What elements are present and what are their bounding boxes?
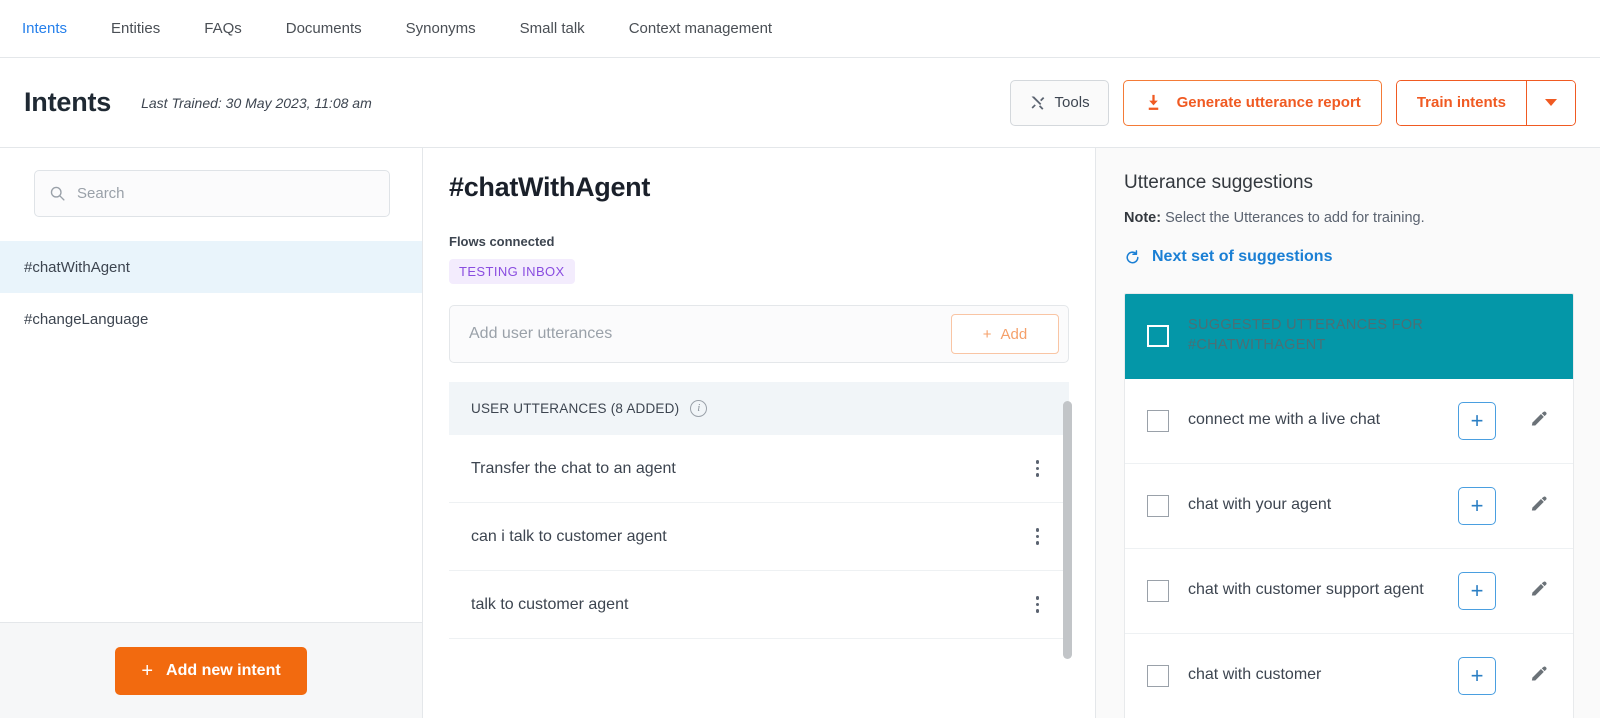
info-icon[interactable]: i bbox=[690, 400, 708, 417]
tools-label: Tools bbox=[1054, 94, 1090, 111]
table-row[interactable]: talk to customer agent bbox=[449, 571, 1069, 639]
tab-entities[interactable]: Entities bbox=[111, 20, 160, 37]
add-suggestion-button[interactable]: + bbox=[1458, 571, 1496, 610]
train-intents-dropdown-button[interactable] bbox=[1527, 80, 1575, 125]
suggestions-group-label: SUGGESTED UTTERANCES FOR #CHATWITHAGENT bbox=[1188, 317, 1424, 353]
utterance-suggestions-panel: Utterance suggestions Note: Select the U… bbox=[1096, 148, 1600, 718]
intent-name-heading: #chatWithAgent bbox=[449, 172, 651, 202]
train-intents-group: Train intents bbox=[1395, 79, 1576, 126]
next-set-label: Next set of suggestions bbox=[1152, 248, 1333, 265]
intent-detail-panel: #chatWithAgent Flows connected TESTING I… bbox=[423, 148, 1096, 718]
utterance-text: talk to customer agent bbox=[471, 595, 629, 613]
top-navigation: Intents Entities FAQs Documents Synonyms… bbox=[0, 0, 1600, 58]
list-item[interactable]: connect me with a live chat + bbox=[1125, 378, 1573, 464]
suggestion-text: chat with your agent bbox=[1188, 496, 1332, 514]
add-suggestion-button[interactable]: + bbox=[1458, 401, 1496, 440]
chevron-down-icon bbox=[1545, 99, 1557, 106]
suggestion-text: chat with customer bbox=[1188, 666, 1322, 684]
add-suggestion-button[interactable]: + bbox=[1458, 656, 1496, 695]
select-all-checkbox[interactable] bbox=[1147, 325, 1169, 347]
more-vertical-icon[interactable] bbox=[1028, 592, 1048, 617]
generate-utterance-report-button[interactable]: Generate utterance report bbox=[1122, 79, 1382, 126]
download-icon bbox=[1144, 93, 1163, 112]
utterances-scrollbar[interactable] bbox=[1063, 401, 1072, 659]
flows-connected-label: Flows connected bbox=[449, 234, 555, 249]
utterances-count-label: USER UTTERANCES (8 ADDED) bbox=[471, 401, 680, 416]
crossed-tools-icon bbox=[1029, 94, 1046, 111]
suggestion-text: connect me with a live chat bbox=[1188, 411, 1381, 429]
train-intents-button[interactable]: Train intents bbox=[1396, 80, 1527, 125]
add-new-intent-label: Add new intent bbox=[166, 661, 281, 679]
note-label: Note: bbox=[1124, 210, 1162, 226]
body-container: #chatWithAgent #changeLanguage + Add new… bbox=[0, 148, 1600, 718]
tab-context-management[interactable]: Context management bbox=[629, 20, 772, 37]
utterance-text: Transfer the chat to an agent bbox=[471, 459, 676, 477]
tab-synonyms[interactable]: Synonyms bbox=[406, 20, 476, 37]
add-suggestion-button[interactable]: + bbox=[1458, 486, 1496, 525]
suggestions-group-header[interactable]: SUGGESTED UTTERANCES FOR #CHATWITHAGENT bbox=[1125, 293, 1573, 379]
utterance-text: can i talk to customer agent bbox=[471, 527, 667, 545]
more-vertical-icon[interactable] bbox=[1028, 456, 1048, 481]
tools-button[interactable]: Tools bbox=[1009, 79, 1109, 126]
utterances-list-header: USER UTTERANCES (8 ADDED) i bbox=[449, 382, 1069, 435]
intents-sidebar: #chatWithAgent #changeLanguage + Add new… bbox=[0, 148, 423, 718]
intent-list: #chatWithAgent #changeLanguage bbox=[0, 241, 422, 622]
table-row[interactable]: Transfer the chat to an agent bbox=[449, 435, 1069, 503]
tab-intents[interactable]: Intents bbox=[22, 20, 67, 37]
pencil-icon[interactable] bbox=[1523, 661, 1553, 691]
suggestions-card: SUGGESTED UTTERANCES FOR #CHATWITHAGENT … bbox=[1124, 292, 1574, 718]
suggestions-title: Utterance suggestions bbox=[1124, 172, 1314, 193]
sidebar-item-changelanguage[interactable]: #changeLanguage bbox=[0, 293, 422, 345]
list-item[interactable]: chat with your agent + bbox=[1125, 463, 1573, 549]
search-box[interactable] bbox=[34, 170, 390, 217]
add-utterance-input[interactable] bbox=[469, 325, 951, 343]
search-wrapper bbox=[0, 148, 422, 217]
page-header: Intents Last Trained: 30 May 2023, 11:08… bbox=[0, 58, 1600, 148]
list-item[interactable]: chat with customer + bbox=[1125, 633, 1573, 718]
plus-icon: + bbox=[141, 659, 154, 682]
suggestions-note: Note: Select the Utterances to add for t… bbox=[1124, 210, 1574, 226]
search-input[interactable] bbox=[77, 185, 375, 202]
tab-faqs[interactable]: FAQs bbox=[204, 20, 242, 37]
suggestion-checkbox[interactable] bbox=[1147, 494, 1169, 517]
sidebar-footer: + Add new intent bbox=[0, 622, 422, 718]
tab-small-talk[interactable]: Small talk bbox=[520, 20, 585, 37]
pencil-icon[interactable] bbox=[1523, 576, 1553, 606]
suggestion-checkbox[interactable] bbox=[1147, 664, 1169, 687]
last-trained-text: Last Trained: 30 May 2023, 11:08 am bbox=[141, 94, 372, 111]
pencil-icon[interactable] bbox=[1523, 491, 1553, 521]
add-label: Add bbox=[1000, 325, 1028, 343]
suggestion-text: chat with customer support agent bbox=[1188, 581, 1424, 599]
suggestion-checkbox[interactable] bbox=[1147, 579, 1169, 602]
add-utterance-box: + Add bbox=[449, 305, 1069, 363]
sidebar-item-chatwithagent[interactable]: #chatWithAgent bbox=[0, 241, 422, 293]
tab-documents[interactable]: Documents bbox=[286, 20, 362, 37]
note-text: Select the Utterances to add for trainin… bbox=[1161, 210, 1425, 226]
list-item[interactable]: chat with customer support agent + bbox=[1125, 548, 1573, 634]
header-actions: Tools Generate utterance report Train in… bbox=[1009, 79, 1576, 126]
suggestion-checkbox[interactable] bbox=[1147, 409, 1169, 432]
next-set-of-suggestions-button[interactable]: Next set of suggestions bbox=[1124, 248, 1332, 266]
page-title: Intents bbox=[24, 87, 112, 117]
generate-report-label: Generate utterance report bbox=[1176, 94, 1361, 111]
add-new-intent-button[interactable]: + Add new intent bbox=[115, 646, 307, 695]
plus-icon: + bbox=[982, 325, 992, 343]
pencil-icon[interactable] bbox=[1523, 406, 1553, 436]
refresh-icon bbox=[1124, 249, 1141, 266]
more-vertical-icon[interactable] bbox=[1028, 524, 1048, 549]
flow-chip-testing-inbox[interactable]: TESTING INBOX bbox=[449, 259, 575, 284]
table-row[interactable]: can i talk to customer agent bbox=[449, 503, 1069, 571]
search-icon bbox=[49, 185, 66, 202]
add-utterance-button[interactable]: + Add bbox=[951, 314, 1059, 354]
